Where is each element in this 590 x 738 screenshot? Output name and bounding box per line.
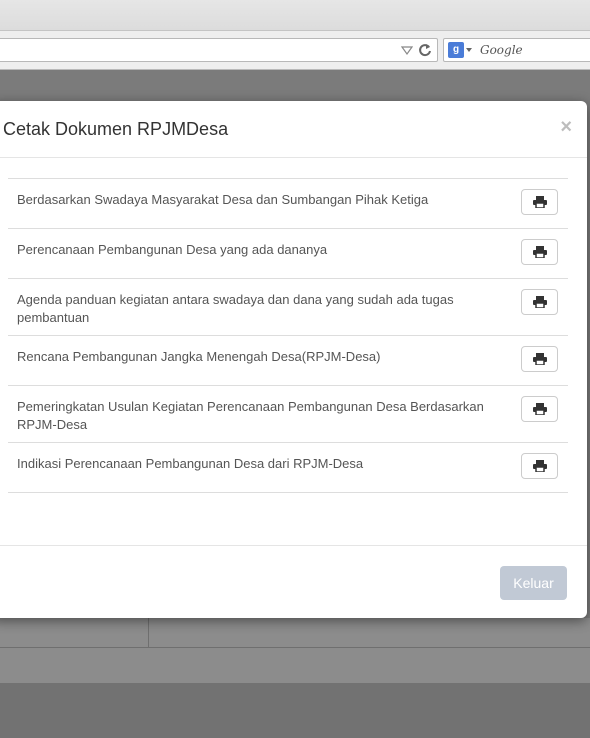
print-icon	[532, 353, 547, 365]
print-button[interactable]	[521, 396, 558, 422]
print-icon	[532, 403, 547, 415]
background-divider	[0, 647, 590, 648]
browser-toolbar: g Google	[0, 31, 590, 70]
modal-footer: Keluar	[0, 545, 587, 618]
print-documents-modal: Cetak Dokumen RPJMDesa × Berdasarkan Swa…	[0, 101, 587, 618]
reload-icon[interactable]	[418, 42, 432, 58]
table-row: Indikasi Perencanaan Pembangunan Desa da…	[8, 443, 568, 493]
table-row: Berdasarkan Swadaya Masyarakat Desa dan …	[8, 179, 568, 229]
document-label: Agenda panduan kegiatan antara swadaya d…	[17, 292, 454, 325]
modal-title: Cetak Dokumen RPJMDesa	[3, 119, 229, 139]
table-row: Perencanaan Pembangunan Desa yang ada da…	[8, 229, 568, 279]
print-button[interactable]	[521, 289, 558, 315]
background-divider	[148, 618, 149, 648]
print-button[interactable]	[521, 453, 558, 479]
chevron-down-icon[interactable]	[466, 48, 472, 52]
search-bar[interactable]: g Google	[443, 38, 590, 62]
table-row: Pemeringkatan Usulan Kegiatan Perencanaa…	[8, 386, 568, 443]
print-button[interactable]	[521, 189, 558, 215]
document-label: Perencanaan Pembangunan Desa yang ada da…	[17, 242, 328, 257]
browser-tabstrip	[0, 0, 590, 31]
print-button[interactable]	[521, 346, 558, 372]
documents-table: Berdasarkan Swadaya Masyarakat Desa dan …	[8, 178, 568, 493]
document-label: Indikasi Perencanaan Pembangunan Desa da…	[17, 456, 364, 471]
print-icon	[532, 296, 547, 308]
exit-button[interactable]: Keluar	[500, 566, 567, 600]
google-search-engine-icon[interactable]: g	[448, 42, 464, 58]
url-bar[interactable]	[0, 38, 438, 62]
table-row: Agenda panduan kegiatan antara swadaya d…	[8, 279, 568, 336]
modal-header: Cetak Dokumen RPJMDesa ×	[0, 101, 587, 158]
document-label: Rencana Pembangunan Jangka Menengah Desa…	[17, 349, 381, 364]
print-icon	[532, 246, 547, 258]
document-label: Pemeringkatan Usulan Kegiatan Perencanaa…	[17, 399, 484, 432]
background-page	[0, 618, 590, 683]
close-icon[interactable]: ×	[560, 116, 572, 139]
search-placeholder: Google	[480, 43, 523, 57]
print-icon	[532, 196, 547, 208]
print-icon	[532, 460, 547, 472]
print-button[interactable]	[521, 239, 558, 265]
document-label: Berdasarkan Swadaya Masyarakat Desa dan …	[17, 192, 429, 207]
background-footer	[0, 683, 590, 738]
url-history-dropdown-icon[interactable]	[401, 43, 413, 57]
table-row: Rencana Pembangunan Jangka Menengah Desa…	[8, 336, 568, 386]
